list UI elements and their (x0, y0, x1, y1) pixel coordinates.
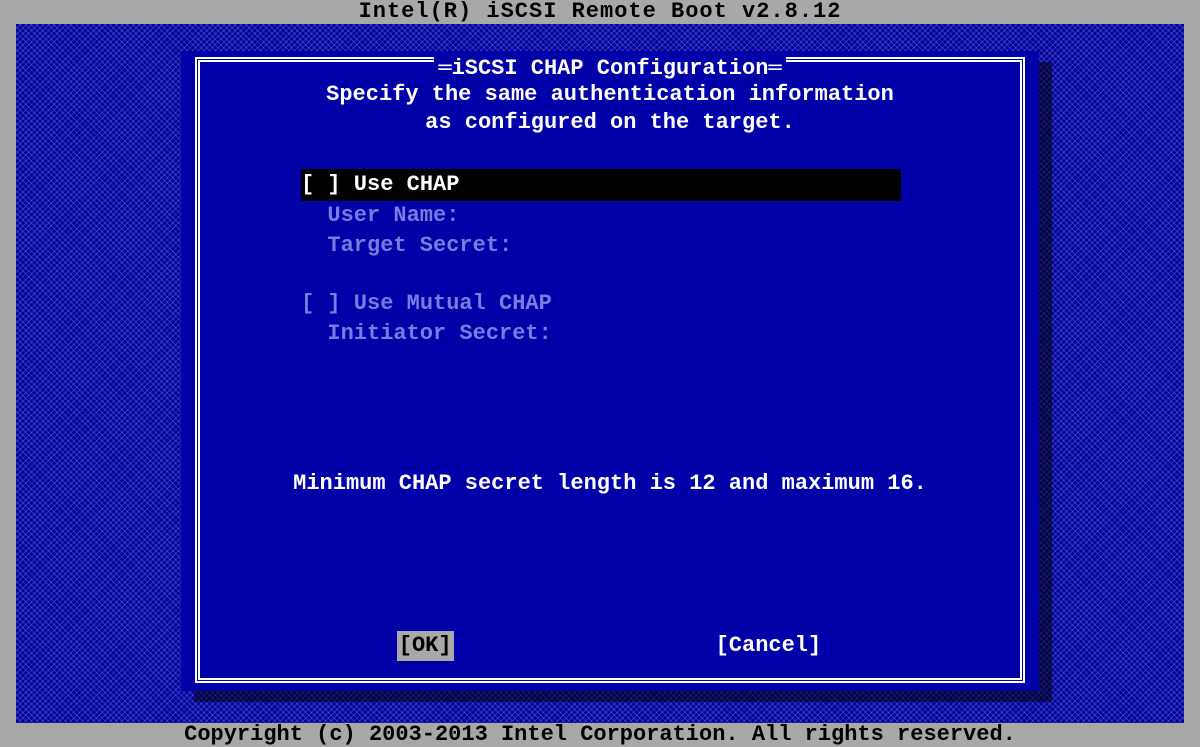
cancel-button[interactable]: [Cancel] (714, 631, 824, 661)
dialog-content: Specify the same authentication informat… (211, 81, 1009, 671)
footer-copyright: Copyright (c) 2003-2013 Intel Corporatio… (0, 723, 1200, 747)
use-mutual-chap-checkbox[interactable]: [ ] Use Mutual CHAP (301, 289, 1009, 319)
page-title: Intel(R) iSCSI Remote Boot v2.8.12 (0, 0, 1200, 24)
initiator-secret-field[interactable]: Initiator Secret: (301, 319, 1009, 349)
secret-length-hint: Minimum CHAP secret length is 12 and max… (211, 471, 1009, 496)
instructions-line-1: Specify the same authentication informat… (211, 81, 1009, 109)
chap-config-dialog: ═iSCSI CHAP Configuration═ Specify the s… (181, 51, 1039, 691)
dialog-title: ═iSCSI CHAP Configuration═ (434, 57, 785, 81)
ok-button[interactable]: [OK] (397, 631, 454, 661)
use-chap-checkbox[interactable]: [ ] Use CHAP (301, 169, 901, 201)
user-name-field[interactable]: User Name: (301, 201, 1009, 231)
instructions-line-2: as configured on the target. (211, 109, 1009, 137)
dialog-buttons: [OK] [Cancel] (211, 631, 1009, 661)
target-secret-field[interactable]: Target Secret: (301, 231, 1009, 261)
bios-background: ═iSCSI CHAP Configuration═ Specify the s… (16, 24, 1184, 723)
form-fields: [ ] Use CHAP User Name: Target Secret: [… (301, 169, 1009, 349)
dialog-instructions: Specify the same authentication informat… (211, 81, 1009, 137)
spacer (301, 261, 1009, 289)
